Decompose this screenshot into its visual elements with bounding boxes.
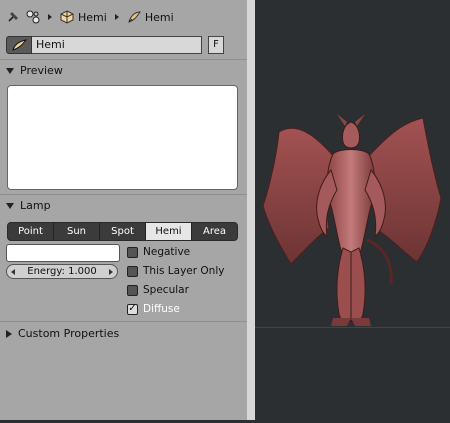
breadcrumb-pin[interactable] bbox=[6, 10, 20, 24]
breadcrumb-scene[interactable] bbox=[26, 10, 40, 24]
left-ear bbox=[337, 114, 347, 126]
collapse-triangle-icon bbox=[6, 67, 14, 74]
right-foot bbox=[351, 318, 371, 326]
lamp-datablock-browse[interactable] bbox=[6, 36, 32, 54]
properties-panel: Hemi Hemi Hemi F Preview Lamp Point Sun … bbox=[0, 0, 248, 420]
specular-label: Specular bbox=[143, 284, 189, 296]
breadcrumb-object-label: Hemi bbox=[78, 10, 107, 24]
energy-label: Energy: 1.000 bbox=[27, 266, 97, 277]
panel-splitter[interactable] bbox=[247, 0, 255, 420]
blender-ui: Hemi Hemi Hemi F Preview Lamp Point Sun … bbox=[0, 0, 450, 420]
specular-option[interactable]: Specular bbox=[127, 284, 189, 296]
lamp-type-sun[interactable]: Sun bbox=[54, 223, 100, 240]
custom-properties-title: Custom Properties bbox=[18, 327, 120, 340]
preview-header[interactable]: Preview bbox=[6, 64, 63, 77]
collapse-triangle-icon bbox=[6, 202, 14, 209]
lamp-datablock-selector: Hemi F bbox=[6, 36, 238, 54]
custom-properties-header[interactable]: Custom Properties bbox=[6, 327, 119, 340]
lamp-icon bbox=[12, 39, 27, 51]
this-layer-only-option[interactable]: This Layer Only bbox=[127, 265, 224, 277]
lamp-type-spot[interactable]: Spot bbox=[100, 223, 146, 240]
right-ear bbox=[355, 114, 365, 126]
specular-checkbox[interactable] bbox=[127, 284, 138, 296]
diffuse-checkbox[interactable] bbox=[127, 303, 138, 315]
left-foot bbox=[331, 318, 351, 326]
tail bbox=[366, 238, 393, 285]
left-leg bbox=[336, 247, 352, 323]
expand-triangle-icon bbox=[6, 329, 12, 338]
breadcrumb: Hemi Hemi bbox=[6, 9, 174, 25]
this-layer-only-checkbox[interactable] bbox=[127, 265, 138, 277]
lamp-header[interactable]: Lamp bbox=[6, 199, 51, 212]
increment-arrow-icon[interactable] bbox=[109, 268, 113, 275]
diffuse-option[interactable]: Diffuse bbox=[127, 303, 180, 315]
lamp-title: Lamp bbox=[20, 199, 51, 212]
breadcrumb-object[interactable]: Hemi bbox=[60, 10, 107, 24]
fake-user-button[interactable]: F bbox=[208, 36, 224, 54]
energy-slider[interactable]: Energy: 1.000 bbox=[6, 264, 118, 279]
preview-title: Preview bbox=[20, 64, 63, 77]
breadcrumb-lamp[interactable]: Hemi bbox=[127, 10, 174, 24]
gargoyle-model bbox=[262, 114, 442, 326]
3d-viewport[interactable] bbox=[255, 0, 450, 420]
lamp-type-hemi[interactable]: Hemi bbox=[146, 223, 192, 240]
decrement-arrow-icon[interactable] bbox=[11, 268, 15, 275]
lamp-color-swatch[interactable] bbox=[6, 244, 120, 262]
section-divider bbox=[0, 321, 247, 322]
lamp-icon bbox=[128, 11, 141, 23]
negative-option[interactable]: Negative bbox=[127, 246, 190, 258]
this-layer-only-label: This Layer Only bbox=[143, 265, 225, 277]
section-divider bbox=[0, 59, 247, 60]
scene-icon bbox=[26, 10, 40, 24]
lamp-name-field[interactable]: Hemi bbox=[32, 36, 202, 54]
lamp-type-selector: Point Sun Spot Hemi Area bbox=[7, 222, 238, 241]
preview-area bbox=[7, 85, 238, 190]
pin-icon bbox=[8, 12, 18, 22]
cube-icon bbox=[60, 10, 74, 24]
ground-line bbox=[255, 327, 450, 328]
diffuse-label: Diffuse bbox=[143, 303, 180, 315]
negative-label: Negative bbox=[143, 246, 191, 258]
lamp-type-area[interactable]: Area bbox=[192, 223, 237, 240]
section-divider bbox=[0, 194, 247, 195]
breadcrumb-lamp-label: Hemi bbox=[144, 10, 174, 24]
negative-checkbox[interactable] bbox=[127, 246, 138, 258]
right-leg bbox=[350, 247, 366, 323]
breadcrumb-separator bbox=[48, 14, 52, 20]
lamp-type-point[interactable]: Point bbox=[8, 223, 54, 240]
breadcrumb-separator bbox=[114, 14, 119, 20]
